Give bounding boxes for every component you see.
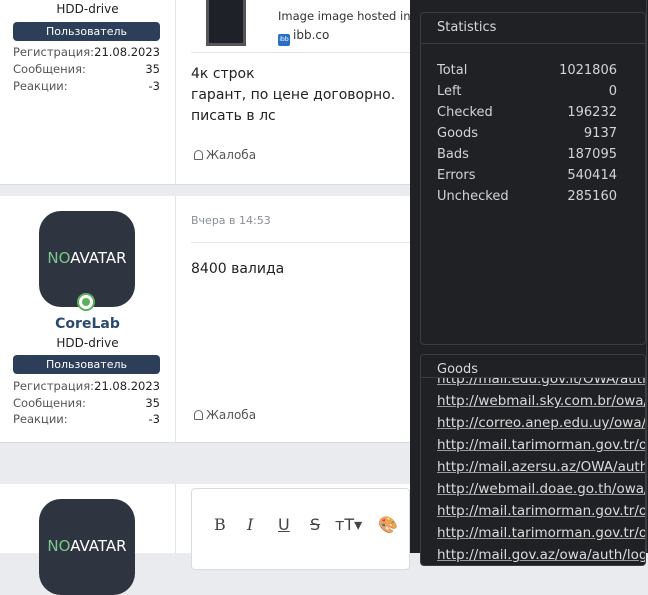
reply-editor[interactable]: B I U S тT▾ 🎨 <box>191 488 410 570</box>
stat-errors: Errors 540414 <box>437 168 617 183</box>
username[interactable]: CoreLab <box>0 316 175 332</box>
goods-url[interactable]: http://mail.tarimorman.gov.tr/owa <box>437 525 645 547</box>
goods-url[interactable]: http://mail.gov.az/owa/auth/logon <box>437 547 645 565</box>
user-stat-messages: Сообщения: 35 <box>13 396 160 412</box>
user-badge: Пользователь <box>13 22 160 41</box>
message-body: 8400 валида <box>191 259 284 280</box>
reply-editor-column: B I U S тT▾ 🎨 <box>176 484 410 570</box>
stat-value: -3 <box>148 412 160 426</box>
message-line: 8400 валида <box>191 261 285 277</box>
goods-url[interactable]: http://mail.edu.gov.lt/OWA/auth/lo <box>437 378 645 393</box>
message-line: 4к строк <box>191 66 255 82</box>
stat-label: Реакции: <box>13 79 68 93</box>
avatar[interactable]: NOAVATAR <box>39 499 135 595</box>
image-host-link[interactable]: ibb ibb.co <box>278 28 329 46</box>
divider <box>191 242 410 243</box>
stat-left: Left 0 <box>437 84 617 99</box>
goods-panel: Goods http://mail.edu.gov.lt/OWA/auth/lo… <box>420 354 646 566</box>
bell-icon <box>194 410 203 420</box>
stat-label: Сообщения: <box>13 62 86 76</box>
window-edge <box>646 0 647 553</box>
report-label: Жалоба <box>206 148 257 162</box>
user-stat-reactions: Реакции: -3 <box>13 412 160 428</box>
goods-url[interactable]: http://mail.tarimorman.gov.tr/owa <box>437 437 645 459</box>
color-palette-icon[interactable]: 🎨 <box>378 515 398 534</box>
stat-value: -3 <box>148 79 160 93</box>
message-line: гарант, по цене договорно. <box>191 87 396 103</box>
image-host-text: ibb.co <box>293 28 330 42</box>
bold-button[interactable]: B <box>214 515 226 534</box>
post-content: Вчера в 14:53 8400 валида Жалоба <box>176 196 410 442</box>
stat-unchecked: Unchecked 285160 <box>437 189 617 204</box>
goods-url[interactable]: http://webmail.doae.go.th/owa/au <box>437 481 645 503</box>
stat-label: Регистрация: <box>13 379 94 393</box>
stat-value: 21.08.2023 <box>94 45 160 59</box>
stat-value: 35 <box>145 62 160 76</box>
strikethrough-button[interactable]: S <box>310 515 320 534</box>
stat-label: Сообщения: <box>13 396 86 410</box>
avatar-text: NOAVATAR <box>47 537 127 555</box>
post-content: Image image hosted in Ir ibb ibb.co 4к ст… <box>176 0 422 184</box>
divider <box>191 52 410 53</box>
stat-goods: Goods 9137 <box>437 126 617 141</box>
report-label: Жалоба <box>206 408 257 422</box>
goods-title: Goods <box>437 362 479 377</box>
post-card: HDD-drive Пользователь Регистрация: 21.0… <box>0 0 422 185</box>
post-user-column: HDD-drive Пользователь Регистрация: 21.0… <box>0 0 176 184</box>
stat-total: Total 1021806 <box>437 63 617 78</box>
goods-url[interactable]: http://mail.azersu.az/OWA/auth/lo <box>437 459 645 481</box>
online-status-icon <box>77 293 95 311</box>
post-timestamp[interactable]: Вчера в 14:53 <box>191 214 271 227</box>
stat-value: 35 <box>145 396 160 410</box>
avatar-text: NOAVATAR <box>47 249 127 267</box>
post-user-column: NOAVATAR CoreLab HDD-drive Пользователь … <box>0 196 176 442</box>
goods-url[interactable]: http://webmail.sky.com.br/owa/au <box>437 393 645 415</box>
user-stat-registration: Регистрация: 21.08.2023 <box>13 379 160 395</box>
report-link[interactable]: Жалоба <box>194 408 256 422</box>
post-user-column: NOAVATAR <box>0 484 176 595</box>
stat-checked: Checked 196232 <box>437 105 617 120</box>
user-stat-reactions: Реакции: -3 <box>13 79 160 95</box>
user-badge: Пользователь <box>13 355 160 374</box>
image-thumbnail[interactable] <box>206 0 246 46</box>
stat-bads: Bads 187095 <box>437 147 617 162</box>
bell-icon <box>194 150 203 160</box>
divider <box>421 43 645 44</box>
underline-button[interactable]: U <box>278 515 290 534</box>
goods-list[interactable]: http://mail.edu.gov.lt/OWA/auth/lo http:… <box>421 378 645 565</box>
user-title: HDD-drive <box>56 2 119 16</box>
user-title: HDD-drive <box>56 336 119 350</box>
statistics-panel: Statistics Total 1021806 Left 0 Checked 196… <box>420 12 646 345</box>
font-size-button[interactable]: тT▾ <box>335 515 362 534</box>
reply-card: NOAVATAR B I U S тT▾ 🎨 <box>0 484 410 595</box>
user-stat-registration: Регистрация: 21.08.2023 <box>13 45 160 61</box>
image-caption: Image image hosted in Ir <box>278 9 423 23</box>
italic-button[interactable]: I <box>247 515 253 534</box>
message-body: 4к строк гарант, по цене договорно. писа… <box>191 64 395 127</box>
checker-window: Statistics Total 1021806 Left 0 Checked 196… <box>410 0 648 566</box>
report-link[interactable]: Жалоба <box>194 148 256 162</box>
stat-value: 21.08.2023 <box>94 379 160 393</box>
user-stat-messages: Сообщения: 35 <box>13 62 160 78</box>
statistics-title: Statistics <box>437 20 497 35</box>
goods-url[interactable]: http://correo.anep.edu.uy/owa/aut <box>437 415 645 437</box>
post-card: NOAVATAR CoreLab HDD-drive Пользователь … <box>0 196 410 443</box>
stat-label: Реакции: <box>13 412 68 426</box>
goods-url[interactable]: http://mail.tarimorman.gov.tr/owa <box>437 503 645 525</box>
message-line: писать в лс <box>191 108 276 124</box>
ibb-icon: ibb <box>278 34 290 46</box>
stat-label: Регистрация: <box>13 45 94 59</box>
